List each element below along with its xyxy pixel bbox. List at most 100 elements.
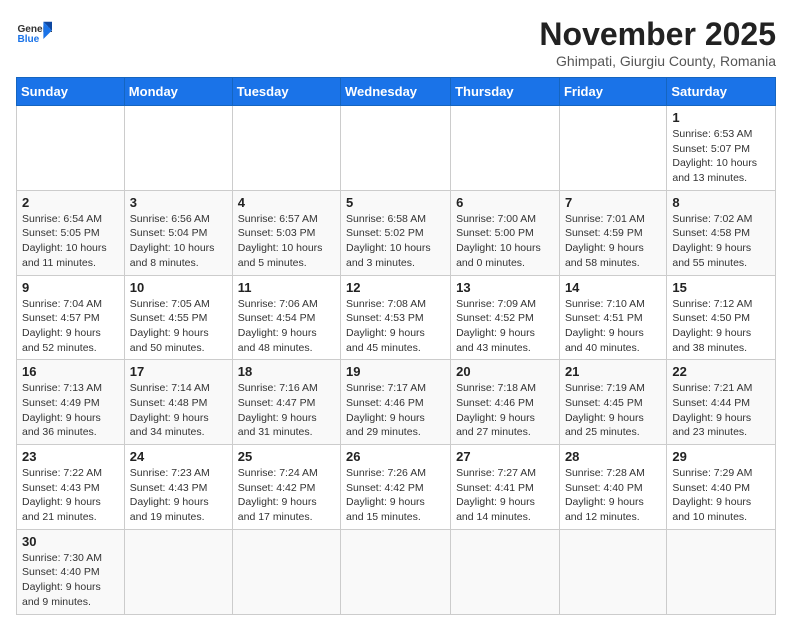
day-cell [124,106,232,191]
day-cell [341,106,451,191]
day-cell: 15Sunrise: 7:12 AM Sunset: 4:50 PM Dayli… [667,275,776,360]
week-row: 16Sunrise: 7:13 AM Sunset: 4:49 PM Dayli… [17,360,776,445]
day-header-sunday: Sunday [17,78,125,106]
day-info: Sunrise: 7:24 AM Sunset: 4:42 PM Dayligh… [238,466,335,525]
day-number: 13 [456,280,554,295]
day-info: Sunrise: 7:23 AM Sunset: 4:43 PM Dayligh… [130,466,227,525]
day-info: Sunrise: 7:12 AM Sunset: 4:50 PM Dayligh… [672,297,770,356]
day-cell [124,529,232,614]
day-cell [559,529,666,614]
day-cell: 13 Sunrise: 7:09 AM Sunset: 4:52 PM Dayli… [451,275,560,360]
day-number: 22 [672,364,770,379]
day-info: Sunrise: 7:14 AM Sunset: 4:48 PM Dayligh… [130,381,227,440]
day-info: Sunrise: 7:30 AM Sunset: 4:40 PM Dayligh… [22,551,119,610]
day-cell: 20Sunrise: 7:18 AM Sunset: 4:46 PM Dayli… [451,360,560,445]
week-row: 30 Sunrise: 7:30 AM Sunset: 4:40 PM Dayli… [17,529,776,614]
day-info: Sunrise: 7:00 AM Sunset: 5:00 PM Dayligh… [456,212,554,271]
day-info: Sunrise: 6:56 AM Sunset: 5:04 PM Dayligh… [130,212,227,271]
day-cell: 7 Sunrise: 7:01 AM Sunset: 4:59 PM Daylig… [559,190,666,275]
day-number: 11 [238,280,335,295]
day-cell: 17Sunrise: 7:14 AM Sunset: 4:48 PM Dayli… [124,360,232,445]
day-number: 30 [22,534,119,549]
day-cell: 3 Sunrise: 6:56 AM Sunset: 5:04 PM Daylig… [124,190,232,275]
day-info: Sunrise: 7:22 AM Sunset: 4:43 PM Dayligh… [22,466,119,525]
day-header-thursday: Thursday [451,78,560,106]
day-number: 29 [672,449,770,464]
day-cell: 10 Sunrise: 7:05 AM Sunset: 4:55 PM Dayli… [124,275,232,360]
day-cell [667,529,776,614]
day-number: 7 [565,195,661,210]
day-number: 21 [565,364,661,379]
day-cell: 5 Sunrise: 6:58 AM Sunset: 5:02 PM Daylig… [341,190,451,275]
day-info: Sunrise: 6:57 AM Sunset: 5:03 PM Dayligh… [238,212,335,271]
day-info: Sunrise: 7:19 AM Sunset: 4:45 PM Dayligh… [565,381,661,440]
day-info: Sunrise: 7:01 AM Sunset: 4:59 PM Dayligh… [565,212,661,271]
day-info: Sunrise: 7:28 AM Sunset: 4:40 PM Dayligh… [565,466,661,525]
day-info: Sunrise: 7:13 AM Sunset: 4:49 PM Dayligh… [22,381,119,440]
day-number: 27 [456,449,554,464]
day-info: Sunrise: 7:17 AM Sunset: 4:46 PM Dayligh… [346,381,445,440]
day-number: 23 [22,449,119,464]
day-header-wednesday: Wednesday [341,78,451,106]
day-info: Sunrise: 7:26 AM Sunset: 4:42 PM Dayligh… [346,466,445,525]
day-cell: 27 Sunrise: 7:27 AM Sunset: 4:41 PM Dayli… [451,445,560,530]
day-cell: 16Sunrise: 7:13 AM Sunset: 4:49 PM Dayli… [17,360,125,445]
day-cell: 26 Sunrise: 7:26 AM Sunset: 4:42 PM Dayli… [341,445,451,530]
day-number: 4 [238,195,335,210]
day-info: Sunrise: 6:58 AM Sunset: 5:02 PM Dayligh… [346,212,445,271]
month-title: November 2025 [539,16,776,53]
day-cell: 29Sunrise: 7:29 AM Sunset: 4:40 PM Dayli… [667,445,776,530]
day-number: 26 [346,449,445,464]
week-row: 9Sunrise: 7:04 AM Sunset: 4:57 PM Daylig… [17,275,776,360]
day-info: Sunrise: 7:10 AM Sunset: 4:51 PM Dayligh… [565,297,661,356]
day-cell: 30 Sunrise: 7:30 AM Sunset: 4:40 PM Dayli… [17,529,125,614]
day-header-tuesday: Tuesday [232,78,340,106]
day-number: 18 [238,364,335,379]
day-number: 8 [672,195,770,210]
day-info: Sunrise: 7:21 AM Sunset: 4:44 PM Dayligh… [672,381,770,440]
day-number: 24 [130,449,227,464]
day-info: Sunrise: 7:08 AM Sunset: 4:53 PM Dayligh… [346,297,445,356]
day-header-saturday: Saturday [667,78,776,106]
day-info: Sunrise: 7:02 AM Sunset: 4:58 PM Dayligh… [672,212,770,271]
day-cell [451,106,560,191]
day-number: 10 [130,280,227,295]
day-cell: 22 Sunrise: 7:21 AM Sunset: 4:44 PM Dayli… [667,360,776,445]
day-cell: 21 Sunrise: 7:19 AM Sunset: 4:45 PM Dayli… [559,360,666,445]
day-number: 9 [22,280,119,295]
logo-icon: General Blue [16,16,52,52]
day-cell [232,529,340,614]
day-cell: 14 Sunrise: 7:10 AM Sunset: 4:51 PM Dayli… [559,275,666,360]
day-cell: 19 Sunrise: 7:17 AM Sunset: 4:46 PM Dayli… [341,360,451,445]
day-cell: 2Sunrise: 6:54 AM Sunset: 5:05 PM Daylig… [17,190,125,275]
subtitle: Ghimpati, Giurgiu County, Romania [539,53,776,69]
day-number: 14 [565,280,661,295]
day-cell: 11Sunrise: 7:06 AM Sunset: 4:54 PM Dayli… [232,275,340,360]
header-row: SundayMondayTuesdayWednesdayThursdayFrid… [17,78,776,106]
header: General Blue November 2025 Ghimpati, Giu… [16,16,776,69]
day-cell: 8 Sunrise: 7:02 AM Sunset: 4:58 PM Daylig… [667,190,776,275]
day-header-monday: Monday [124,78,232,106]
day-cell [451,529,560,614]
day-info: Sunrise: 7:09 AM Sunset: 4:52 PM Dayligh… [456,297,554,356]
day-number: 28 [565,449,661,464]
day-number: 1 [672,110,770,125]
day-info: Sunrise: 6:54 AM Sunset: 5:05 PM Dayligh… [22,212,119,271]
day-number: 19 [346,364,445,379]
day-cell [559,106,666,191]
logo: General Blue [16,16,52,52]
day-number: 5 [346,195,445,210]
day-cell: 9Sunrise: 7:04 AM Sunset: 4:57 PM Daylig… [17,275,125,360]
day-cell [17,106,125,191]
day-header-friday: Friday [559,78,666,106]
day-cell: 28 Sunrise: 7:28 AM Sunset: 4:40 PM Dayli… [559,445,666,530]
day-number: 6 [456,195,554,210]
day-number: 25 [238,449,335,464]
day-info: Sunrise: 7:18 AM Sunset: 4:46 PM Dayligh… [456,381,554,440]
day-info: Sunrise: 7:27 AM Sunset: 4:41 PM Dayligh… [456,466,554,525]
day-cell: 6 Sunrise: 7:00 AM Sunset: 5:00 PM Daylig… [451,190,560,275]
day-cell [232,106,340,191]
day-cell: 24 Sunrise: 7:23 AM Sunset: 4:43 PM Dayli… [124,445,232,530]
day-number: 3 [130,195,227,210]
day-info: Sunrise: 7:05 AM Sunset: 4:55 PM Dayligh… [130,297,227,356]
